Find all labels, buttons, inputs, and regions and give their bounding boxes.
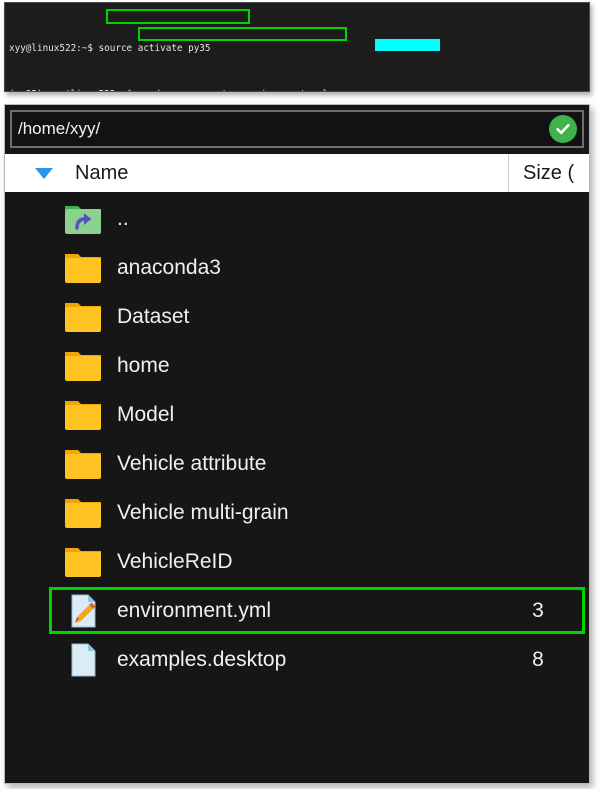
sort-descending-icon[interactable]: [35, 167, 53, 179]
file-name: ..: [117, 206, 129, 230]
terminal-line: xyy@linux522:~$ source activate py35: [9, 43, 589, 55]
folder-icon: [65, 547, 101, 577]
text-file-icon: [71, 594, 96, 627]
file-size: 3: [532, 598, 544, 622]
path-input[interactable]: /home/xyy/: [12, 119, 100, 139]
file-name: environment.yml: [117, 598, 272, 622]
parent-folder-icon: [65, 205, 101, 234]
file-name: Model: [117, 402, 175, 426]
file-icon-cell: [5, 299, 117, 335]
terminal-line: (py35) xyy@linux522:~$ conda env export …: [9, 89, 589, 91]
folder-icon: [65, 449, 101, 479]
file-list: .. anaconda3 Dataset home Model Vehicle …: [5, 192, 589, 684]
terminal-output[interactable]: xyy@linux522:~$ source activate py35 (py…: [5, 3, 589, 91]
file-name: VehicleReID: [117, 549, 233, 573]
file-name: Vehicle attribute: [117, 451, 267, 475]
folder-icon: [65, 351, 101, 381]
column-header-name-label: Name: [75, 161, 129, 184]
column-header-name[interactable]: Name: [5, 154, 509, 192]
file-icon-cell: [5, 642, 117, 678]
file-icon-cell: [5, 593, 117, 629]
terminal-env-prefix: (py35): [9, 89, 48, 91]
list-item[interactable]: examples.desktop 8: [5, 635, 589, 684]
confirm-path-button[interactable]: [549, 115, 577, 143]
file-icon-cell: [5, 348, 117, 384]
checkmark-icon: [556, 123, 570, 135]
terminal-prompt: xyy@linux522: [48, 89, 115, 91]
document-icon: [71, 643, 96, 676]
file-name: home: [117, 353, 170, 377]
file-size: 8: [532, 647, 544, 671]
file-name: Vehicle multi-grain: [117, 500, 289, 524]
file-name: anaconda3: [117, 255, 221, 279]
list-item[interactable]: Dataset: [5, 292, 589, 341]
list-item[interactable]: home: [5, 341, 589, 390]
terminal-prompt-tail: :~$: [76, 42, 99, 54]
list-item[interactable]: Vehicle multi-grain: [5, 488, 589, 537]
list-item[interactable]: anaconda3: [5, 243, 589, 292]
file-icon-cell: [5, 397, 117, 433]
folder-icon: [65, 253, 101, 283]
terminal-window[interactable]: xyy@linux522:~$ source activate py35 (py…: [4, 2, 590, 92]
list-item-selected[interactable]: environment.yml 3: [5, 586, 589, 635]
terminal-prompt-tail: :~$: [115, 89, 137, 91]
list-item[interactable]: Model: [5, 390, 589, 439]
file-icon-cell: [5, 201, 117, 237]
file-icon-cell: [5, 250, 117, 286]
terminal-prompt: xyy@linux522: [9, 42, 77, 54]
list-item[interactable]: ..: [5, 194, 589, 243]
file-icon-cell: [5, 495, 117, 531]
path-bar[interactable]: /home/xyy/: [10, 110, 584, 148]
screenshot-root: xyy@linux522:~$ source activate py35 (py…: [0, 0, 600, 789]
column-header-row: Name Size (: [5, 154, 589, 192]
list-item[interactable]: Vehicle attribute: [5, 439, 589, 488]
file-browser-panel: /home/xyy/ Name Size (.. anaconda3 Data…: [4, 104, 590, 784]
redaction-block: [375, 39, 440, 51]
folder-icon: [65, 400, 101, 430]
folder-icon: [65, 498, 101, 528]
terminal-command: conda env export > environment.yml: [138, 89, 328, 91]
terminal-command: source activate py35: [98, 42, 211, 54]
file-icon-cell: [5, 446, 117, 482]
file-name: examples.desktop: [117, 647, 287, 671]
list-item[interactable]: VehicleReID: [5, 537, 589, 586]
column-header-size[interactable]: Size (: [509, 154, 589, 192]
file-icon-cell: [5, 544, 117, 580]
file-name: Dataset: [117, 304, 190, 328]
column-header-size-label: Size (: [523, 161, 575, 184]
folder-icon: [65, 302, 101, 332]
